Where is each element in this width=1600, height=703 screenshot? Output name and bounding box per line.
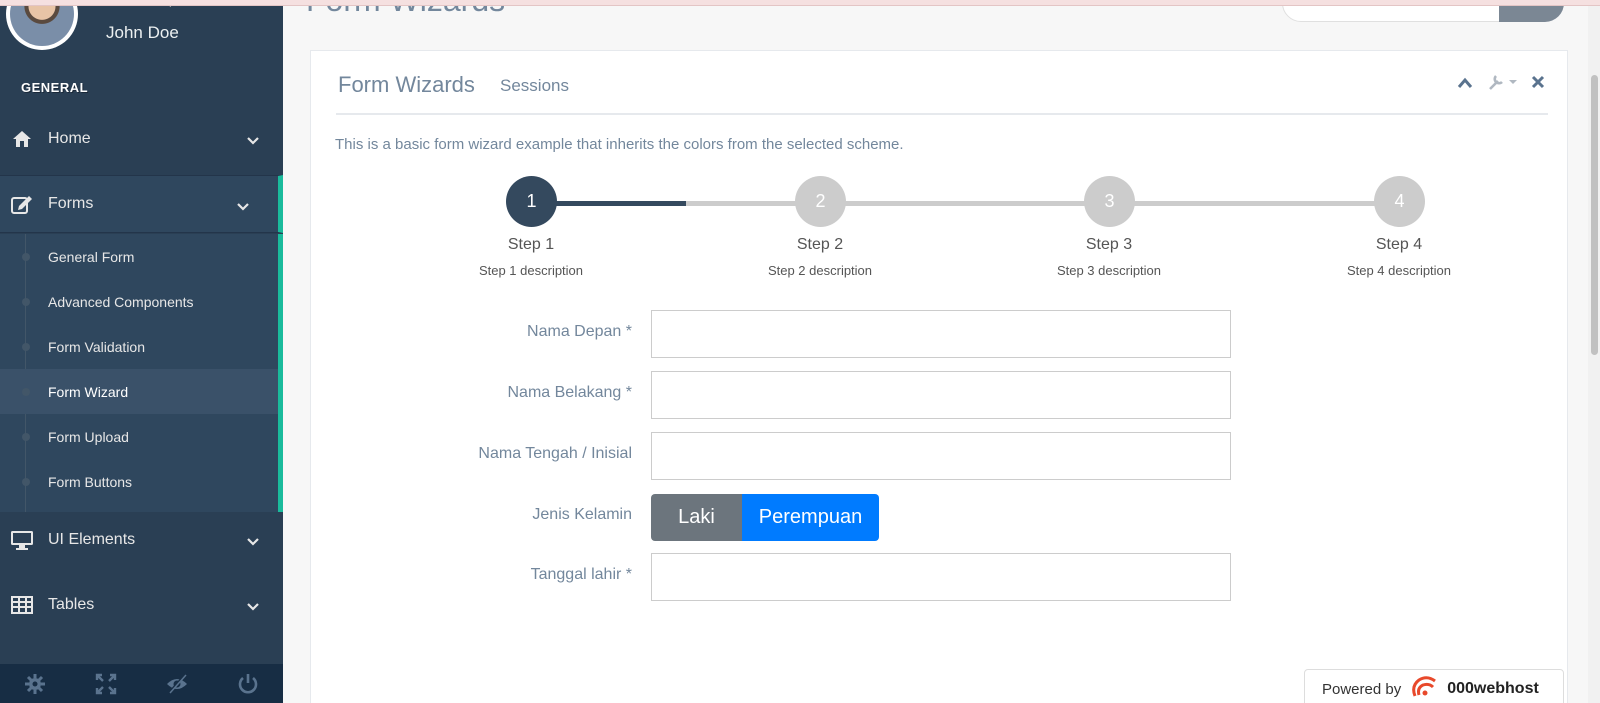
first-name-field[interactable] <box>651 310 1231 358</box>
step-4-description: Step 4 description <box>1346 263 1452 278</box>
first-name-label: Nama Depan * <box>527 323 632 340</box>
settings-icon[interactable] <box>0 664 71 703</box>
gender-female-button[interactable]: Perempuan <box>742 494 879 541</box>
submenu-item-form-buttons[interactable]: Form Buttons <box>0 459 278 504</box>
powered-by-brand: 000webhost <box>1447 680 1539 697</box>
chevron-down-icon <box>247 598 259 616</box>
collapse-icon[interactable] <box>1457 76 1473 94</box>
panel-title: Form Wizards <box>338 72 475 97</box>
edit-icon <box>10 194 34 214</box>
chevron-down-icon <box>247 533 259 551</box>
panel-subtitle: Sessions <box>500 76 569 95</box>
lock-icon[interactable] <box>142 664 213 703</box>
sidebar-item-home[interactable]: Home <box>0 110 283 168</box>
sidebar-item-forms[interactable]: Forms <box>0 175 283 233</box>
middle-name-field[interactable] <box>651 432 1231 480</box>
desktop-icon <box>10 530 34 550</box>
avatar[interactable] <box>6 0 78 50</box>
form-wizard-panel: Form Wizards Sessions This is a basic fo… <box>310 50 1568 703</box>
panel-divider <box>336 113 1548 115</box>
powered-by-text: Powered by <box>1322 680 1402 698</box>
submenu-item-advanced-components[interactable]: Advanced Components <box>0 279 278 324</box>
sidebar-item-label: UI Elements <box>48 531 136 548</box>
step-connector <box>821 201 1110 206</box>
fullscreen-icon[interactable] <box>71 664 142 703</box>
last-name-field[interactable] <box>651 371 1231 419</box>
forms-submenu: General Form Advanced Components Form Va… <box>0 234 283 512</box>
sidebar-footer <box>0 664 283 703</box>
last-name-label: Nama Belakang * <box>507 384 632 401</box>
sidebar-item-label: Tables <box>48 596 95 613</box>
submenu-item-form-upload[interactable]: Form Upload <box>0 414 278 459</box>
sidebar-item-label: Home <box>48 130 91 147</box>
step-2-label: Step 2 <box>796 236 844 253</box>
home-icon <box>10 129 34 149</box>
gender-toggle: Laki Perempuan <box>651 494 879 541</box>
submenu-item-form-validation[interactable]: Form Validation <box>0 324 278 369</box>
top-strip <box>0 0 1600 6</box>
panel-toolbox <box>1457 73 1545 96</box>
gender-label: Jenis Kelamin <box>532 506 632 523</box>
step-1-label: Step 1 <box>507 236 555 253</box>
table-icon <box>10 595 34 615</box>
powered-by-badge[interactable]: Powered by 000webhost <box>1304 669 1564 703</box>
close-icon[interactable] <box>1531 75 1545 94</box>
step-2-circle[interactable]: 2 <box>795 176 846 227</box>
sidebar-item-tables[interactable]: Tables <box>0 576 283 634</box>
step-1-description: Step 1 description <box>478 263 584 278</box>
sidebar: Welcome, John Doe GENERAL Home Forms Gen… <box>0 0 283 703</box>
step-2-description: Step 2 description <box>767 263 873 278</box>
birthdate-label: Tanggal lahir * <box>530 566 632 583</box>
step-3-description: Step 3 description <box>1056 263 1162 278</box>
gender-male-button[interactable]: Laki <box>651 494 742 541</box>
middle-name-label: Nama Tengah / Inisial <box>478 445 632 462</box>
chevron-down-icon <box>247 132 259 150</box>
submenu-item-general-form[interactable]: General Form <box>0 234 278 279</box>
submenu-item-form-wizard[interactable]: Form Wizard <box>0 369 278 414</box>
step-4-label: Step 4 <box>1375 236 1423 253</box>
chevron-down-icon <box>237 198 249 216</box>
sidebar-item-label: Forms <box>48 195 94 212</box>
step-1-circle[interactable]: 1 <box>506 176 557 227</box>
sidebar-section-title: GENERAL <box>21 80 89 95</box>
step-3-label: Step 3 <box>1085 236 1133 253</box>
logout-icon[interactable] <box>212 664 283 703</box>
sidebar-item-ui-elements[interactable]: UI Elements <box>0 511 283 569</box>
wrench-icon[interactable] <box>1487 73 1517 96</box>
birthdate-field[interactable] <box>651 553 1231 601</box>
step-4-circle[interactable]: 4 <box>1374 176 1425 227</box>
scrollbar-thumb[interactable] <box>1591 75 1598 355</box>
webhost-logo-icon <box>1409 676 1439 702</box>
step-3-circle[interactable]: 3 <box>1084 176 1135 227</box>
step-connector <box>1110 201 1399 206</box>
username: John Doe <box>106 23 179 42</box>
wizard-steps: 1 Step 1 Step 1 description 2 Step 2 Ste… <box>311 176 1569 286</box>
panel-description: This is a basic form wizard example that… <box>335 136 904 153</box>
